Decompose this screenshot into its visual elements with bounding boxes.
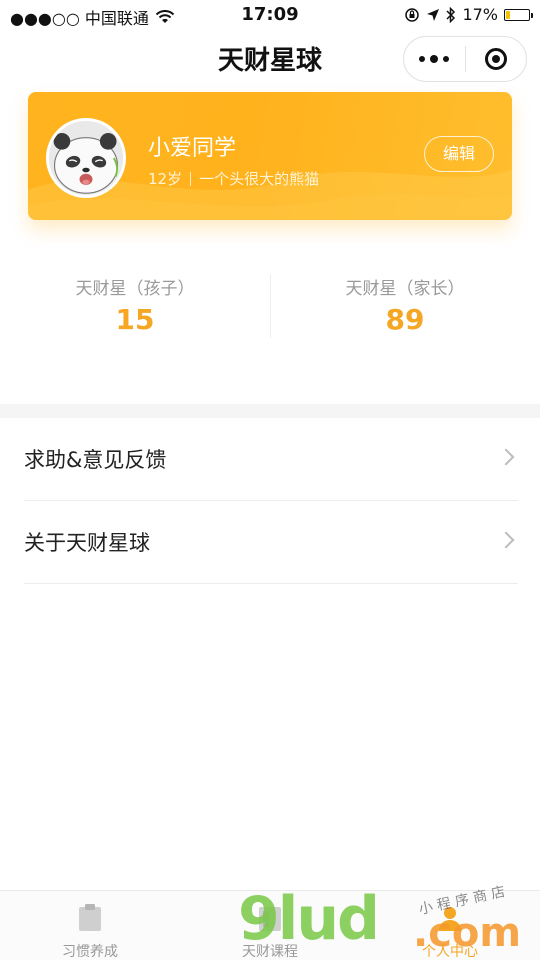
tab-label: 习惯养成 (62, 944, 118, 960)
book-icon (255, 903, 285, 933)
profile-age: 12岁 (148, 170, 183, 188)
tab-habits[interactable]: 习惯养成 (0, 891, 180, 960)
section-separator (0, 404, 540, 418)
stats-panel: 天财星（孩子） 15 天财星（家长） 89 (0, 262, 540, 342)
avatar[interactable] (46, 118, 126, 198)
edit-profile-button[interactable]: 编辑 (424, 136, 494, 172)
battery-icon (504, 8, 533, 21)
orientation-lock-icon (405, 7, 420, 22)
chevron-right-icon (497, 448, 515, 466)
battery-percent: 17% (462, 5, 498, 24)
menu-item-about[interactable]: 关于天财星球 (24, 501, 518, 584)
profile-card: 小爱同学 12岁 一个头很大的熊猫 编辑 (28, 92, 512, 220)
clipboard-icon (75, 903, 105, 933)
profile-bio: 一个头很大的熊猫 (199, 170, 320, 188)
dot-icon (419, 56, 426, 62)
tab-label: 天财课程 (242, 944, 298, 960)
stat-label: 天财星（家长） (345, 279, 465, 299)
location-icon (427, 8, 440, 21)
close-miniprogram-button[interactable] (465, 37, 526, 81)
menu-item-label: 关于天财星球 (24, 531, 150, 555)
stat-value: 89 (385, 303, 425, 336)
tab-profile[interactable]: 个人中心 (360, 891, 540, 960)
tab-label: 个人中心 (422, 944, 478, 960)
stat-label: 天财星（孩子） (75, 279, 195, 299)
bluetooth-icon (446, 6, 456, 23)
menu-item-label: 求助&意见反馈 (24, 448, 167, 472)
tab-courses[interactable]: 天财课程 (180, 891, 360, 960)
battery-fill (506, 10, 510, 19)
person-icon (435, 903, 465, 933)
menu-item-feedback[interactable]: 求助&意见反馈 (24, 418, 518, 501)
stat-value: 15 (115, 303, 155, 336)
parent-stars-stat: 天财星（家长） 89 (270, 274, 540, 336)
detail-separator (190, 171, 192, 186)
settings-menu: 求助&意见反馈 关于天财星球 (0, 418, 540, 584)
nav-bar: 天财星球 (0, 30, 540, 88)
dot-icon (430, 55, 439, 63)
chevron-right-icon (497, 531, 515, 549)
miniprogram-capsule (403, 36, 527, 82)
dot-icon (443, 56, 450, 62)
tab-bar: 习惯养成 天财课程 个人中心 (0, 890, 540, 960)
status-bar: ●●●○○ 中国联通 17:09 17% (0, 0, 540, 30)
profile-details: 12岁 一个头很大的熊猫 (148, 168, 319, 189)
profile-name: 小爱同学 (148, 136, 237, 161)
panda-avatar-image (49, 121, 123, 195)
status-right: 17% (404, 5, 533, 24)
target-icon (484, 48, 507, 70)
child-stars-stat: 天财星（孩子） 15 (0, 274, 270, 336)
more-menu-button[interactable] (404, 37, 465, 81)
